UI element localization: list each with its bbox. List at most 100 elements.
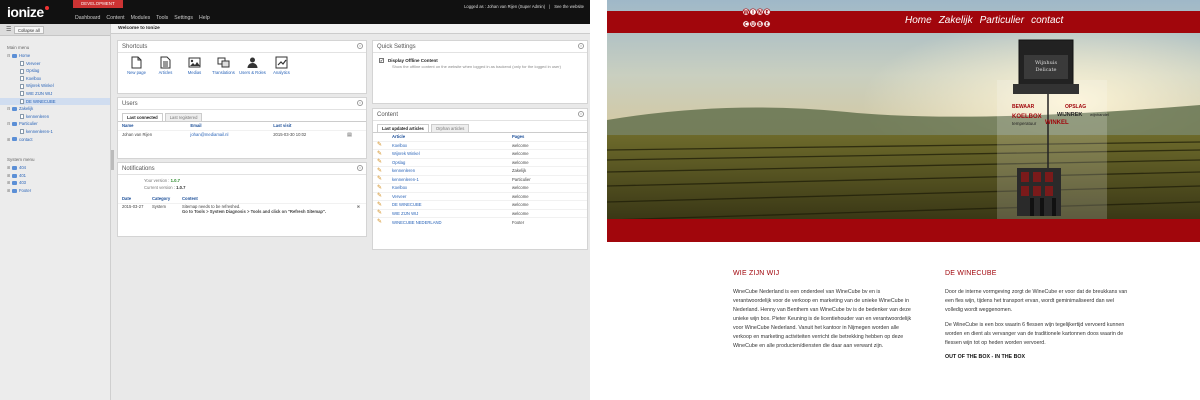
content-title: Content <box>377 112 399 118</box>
edit-pencil-icon[interactable]: ✎ <box>373 217 388 226</box>
edit-pencil-icon[interactable]: ✎ <box>373 157 388 167</box>
shortcut-translations[interactable]: Translations <box>209 56 238 75</box>
panel-settings-icon[interactable]: ○ <box>357 100 363 106</box>
tree-item[interactable]: ⊟ Particulier <box>0 120 110 128</box>
tree-item[interactable]: Opslag <box>0 67 110 75</box>
tree-item[interactable]: kennenleren-1 <box>0 128 110 136</box>
article-title[interactable]: WIE ZIJN WIJ <box>388 208 508 218</box>
expand-toggle-icon[interactable]: ⊟ <box>7 120 11 128</box>
col2-text-1: Door de interne vormgeving zorgt de Wine… <box>945 289 1128 313</box>
tree-item[interactable]: ⊟ Zakelijk <box>0 105 110 113</box>
shortcut-label: Medias <box>187 70 202 75</box>
shortcuts-panel: Shortcuts ○ New page Articles Medias Transl… <box>117 40 367 94</box>
menu-help[interactable]: Help <box>199 15 210 21</box>
col-actions <box>343 122 366 130</box>
menu-dashboard[interactable]: Dashboard <box>75 15 100 21</box>
table-row: ✎ Opslag welcome <box>373 157 587 167</box>
system-tree-item[interactable]: ⊞ 404 <box>0 164 110 172</box>
expand-toggle-icon[interactable]: ⊞ <box>7 179 11 187</box>
expand-toggle-icon[interactable]: ⊟ <box>7 52 11 60</box>
page-icon <box>20 83 24 89</box>
tree-item[interactable]: ⊞ contact <box>0 136 110 144</box>
tree-item[interactable]: Verveer <box>0 60 110 68</box>
tree-item[interactable]: Wijnrek Winkel <box>0 82 110 90</box>
logo-letter: I <box>752 10 754 16</box>
article-title[interactable]: Koelbox <box>388 183 508 192</box>
article-title[interactable]: Verveer <box>388 191 508 201</box>
shortcut-new-page[interactable]: New page <box>122 56 151 75</box>
article-title[interactable]: kennenleren-1 <box>388 174 508 184</box>
article-title[interactable]: Koelbox <box>388 140 508 150</box>
article-title[interactable]: WINECUBE NEDERLAND <box>388 217 508 226</box>
tab-last-updated-articles[interactable]: Last updated articles <box>377 124 429 132</box>
expand-toggle-icon[interactable]: ⊞ <box>7 187 11 195</box>
system-tree-item[interactable]: ⊞ Footer <box>0 187 110 195</box>
expand-toggle-icon[interactable]: ⊟ <box>7 105 11 113</box>
winecube-logo[interactable]: W I N E C U B E <box>742 5 772 35</box>
logo-letter-cell: N <box>756 8 764 16</box>
col-date: Date <box>122 196 132 202</box>
shortcut-analytics[interactable]: Analytics <box>267 56 296 75</box>
nav-particulier[interactable]: Particulier <box>980 15 1024 26</box>
user-email[interactable]: johan@mediamail.nl <box>186 129 270 139</box>
tree-item[interactable]: ⊟ Home <box>0 52 110 60</box>
article-title[interactable]: kennenleren <box>388 166 508 175</box>
edit-pencil-icon[interactable]: ✎ <box>373 140 388 150</box>
expand-toggle-icon[interactable]: ⊞ <box>7 136 11 144</box>
user-info-icon[interactable]: ▤ <box>343 129 366 139</box>
see-website-link[interactable]: See the website <box>554 4 584 9</box>
shortcut-articles[interactable]: Articles <box>151 56 180 75</box>
expand-toggle-icon[interactable]: ⊞ <box>7 172 11 180</box>
edit-pencil-icon[interactable]: ✎ <box>373 191 388 201</box>
tab-orphan-articles[interactable]: Orphan articles <box>430 124 470 132</box>
tree-item[interactable]: WIE ZIJN WIJ <box>0 90 110 98</box>
box-label-2: Delicate <box>1036 67 1057 73</box>
col-last-visit: Last visit <box>273 123 292 129</box>
nav-contact[interactable]: contact <box>1031 15 1063 26</box>
users-roles-icon <box>238 56 267 69</box>
tree-item[interactable]: kennenleren <box>0 113 110 121</box>
tab-last-registered[interactable]: Last registered <box>164 113 203 121</box>
edit-pencil-icon[interactable]: ✎ <box>373 149 388 158</box>
expand-toggle-icon[interactable]: ⊞ <box>7 164 11 172</box>
edit-pencil-icon[interactable]: ✎ <box>373 174 388 184</box>
panel-settings-icon[interactable]: ○ <box>357 43 363 49</box>
article-title[interactable]: Opslag <box>388 157 508 167</box>
table-row: ✎ Verveer welcome <box>373 191 587 201</box>
shortcut-medias[interactable]: Medias <box>180 56 209 75</box>
panel-settings-icon[interactable]: ○ <box>578 43 584 49</box>
offline-content-checkbox[interactable]: ✔ <box>379 58 384 64</box>
close-icon[interactable]: ✖ <box>352 202 366 214</box>
notifications-table: Date Category Content 2015-03-27 System … <box>118 195 366 214</box>
ionize-logo[interactable]: ionize <box>7 4 49 20</box>
edit-pencil-icon[interactable]: ✎ <box>373 183 388 192</box>
panel-settings-icon[interactable]: ○ <box>357 165 363 171</box>
article-title[interactable]: Wijnrek Winkel <box>388 149 508 158</box>
shortcut-users-roles[interactable]: Users & Roles <box>238 56 267 75</box>
edit-pencil-icon[interactable]: ✎ <box>373 200 388 209</box>
collapse-all-button[interactable]: Collapse all <box>14 26 44 34</box>
tree-item[interactable]: DE WINECUBE <box>0 97 110 106</box>
edit-pencil-icon[interactable]: ✎ <box>373 208 388 218</box>
tree-item[interactable]: Koelbox <box>0 75 110 83</box>
panel-splitter[interactable] <box>111 150 114 170</box>
edit-pencil-icon[interactable]: ✎ <box>373 166 388 175</box>
menu-content[interactable]: Content <box>106 15 124 21</box>
tree-item-label: Koelbox <box>26 75 42 81</box>
shortcut-label: Articles <box>158 70 173 75</box>
menu-tools[interactable]: Tools <box>156 15 168 21</box>
menu-modules[interactable]: Modules <box>131 15 151 21</box>
nav-zakelijk[interactable]: Zakelijk <box>939 15 973 26</box>
panel-settings-icon[interactable]: ○ <box>578 111 584 117</box>
logo-letter: E <box>765 22 768 28</box>
sidebar-toggle-icon[interactable]: ☰ <box>6 27 14 33</box>
system-tree-item[interactable]: ⊞ 403 <box>0 179 110 187</box>
article-title[interactable]: DE WINECUBE <box>388 200 508 209</box>
nav-home[interactable]: Home <box>905 15 932 26</box>
system-tree-item[interactable]: ⊞ 401 <box>0 172 110 180</box>
shortcuts-panel-header: Shortcuts ○ <box>118 41 366 53</box>
tab-last-connected[interactable]: Last connected <box>122 113 163 121</box>
hero-bottom-band <box>607 219 1200 242</box>
folder-icon <box>12 107 17 112</box>
menu-settings[interactable]: Settings <box>174 15 193 21</box>
